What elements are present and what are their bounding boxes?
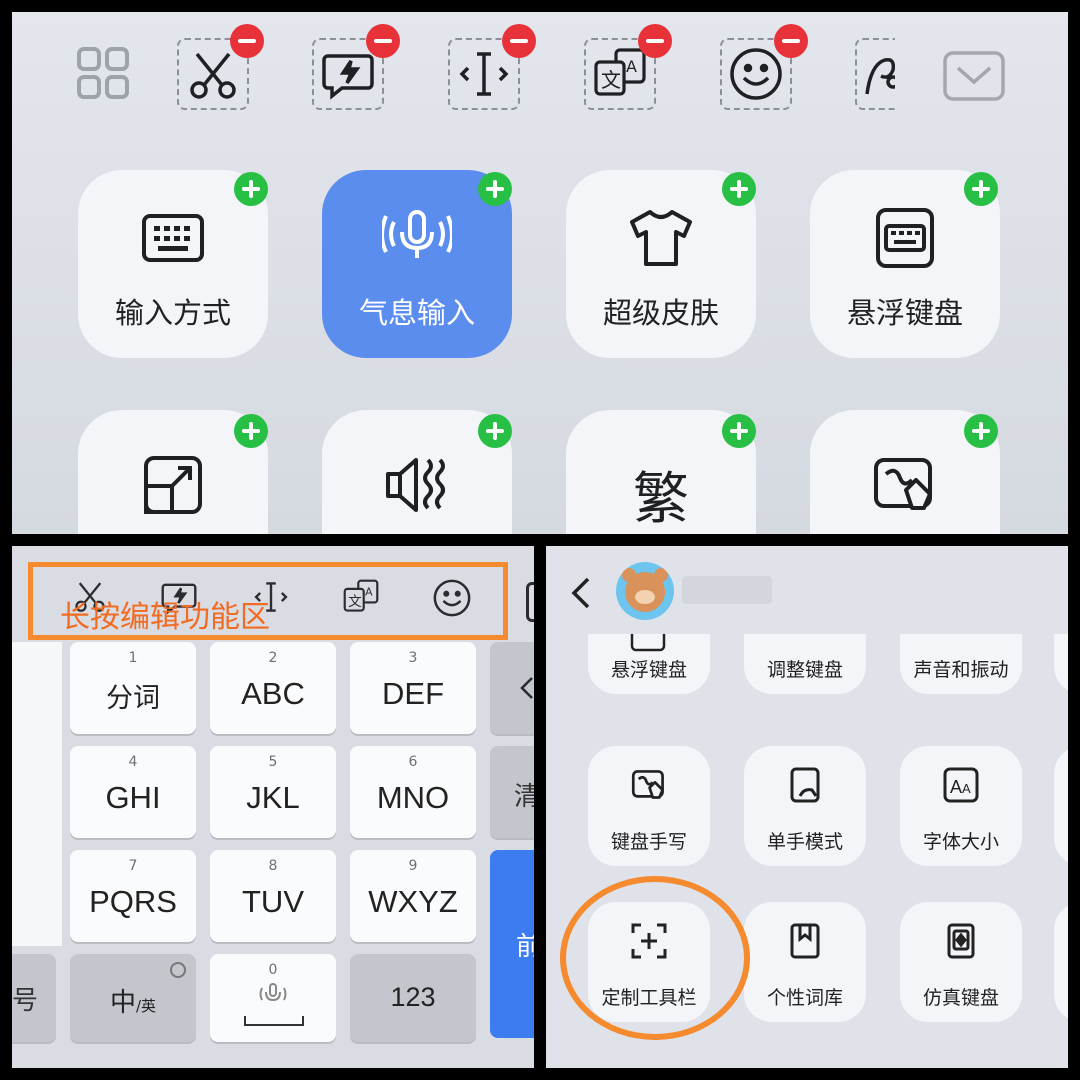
svg-text:A: A bbox=[626, 57, 637, 76]
realistic-keyboard-icon bbox=[947, 923, 975, 959]
more-icon[interactable] bbox=[526, 582, 534, 622]
settings-grid-panel: 悬浮键盘 调整键盘 声音和振动 键盘手写 单手模式 AA 字体大小 定制工具栏 … bbox=[546, 546, 1068, 1068]
grid-item-partial[interactable] bbox=[1054, 746, 1068, 866]
translate-icon: 文 A bbox=[594, 48, 646, 96]
handwriting-pad-icon bbox=[631, 770, 664, 799]
key-2[interactable]: 2 ABC bbox=[210, 642, 336, 734]
highlight-circle bbox=[560, 876, 750, 1040]
key-clear[interactable]: 清 bbox=[490, 746, 534, 838]
key-symbol[interactable]: 号 bbox=[12, 954, 56, 1042]
floating-keyboard-icon bbox=[876, 208, 934, 268]
svg-text:A: A bbox=[950, 777, 962, 797]
shirt-icon bbox=[630, 210, 692, 266]
backspace-icon bbox=[520, 677, 533, 699]
key-3[interactable]: 3 DEF bbox=[350, 642, 476, 734]
tile-label: 输入方式 bbox=[114, 296, 231, 330]
key-next[interactable]: 前 bbox=[490, 850, 534, 1038]
back-icon[interactable] bbox=[570, 576, 592, 610]
keyboard-icon bbox=[142, 214, 204, 262]
tile-label: 悬浮键盘 bbox=[846, 296, 963, 330]
svg-text:文: 文 bbox=[601, 68, 621, 92]
remove-emoji-button[interactable] bbox=[774, 24, 808, 58]
voice-breath-icon bbox=[382, 210, 452, 258]
key-123[interactable]: 123 bbox=[350, 954, 476, 1042]
key-lang-switch[interactable]: 中/英 bbox=[70, 954, 196, 1042]
key-7[interactable]: 7 PQRS bbox=[70, 850, 196, 942]
toolbar-editor-panel: 文 A 输入方式 气息输入 超级皮肤 悬浮键盘 繁 bbox=[12, 12, 1068, 534]
font-size-icon: AA bbox=[943, 767, 979, 803]
space-bar-icon bbox=[244, 1016, 304, 1026]
add-tile-breath-input-button[interactable] bbox=[478, 172, 512, 206]
key-6[interactable]: 6 MNO bbox=[350, 746, 476, 838]
voice-breath-icon bbox=[259, 983, 287, 1002]
remove-quick-phrase-button[interactable] bbox=[366, 24, 400, 58]
key-4[interactable]: 4 GHI bbox=[70, 746, 196, 838]
key-1[interactable]: 1 分词 bbox=[70, 642, 196, 734]
keyboard-preview-panel: 文A 长按编辑功能区 1 分词 2 ABC 3 DEF 4 GHI 5 JKL … bbox=[12, 546, 534, 1068]
grid-item-keyboard-handwriting[interactable]: 键盘手写 bbox=[588, 746, 710, 866]
add-tile-traditional-chinese-button[interactable] bbox=[722, 414, 756, 448]
cut-icon bbox=[190, 52, 236, 99]
cursor-icon bbox=[459, 52, 509, 96]
handwriting-pad-icon bbox=[874, 458, 932, 510]
grid-item-font-size[interactable]: AA 字体大小 bbox=[900, 746, 1022, 866]
collapse-keyboard-icon[interactable] bbox=[942, 50, 1006, 102]
key-backspace[interactable] bbox=[490, 642, 534, 734]
resize-icon bbox=[144, 456, 202, 514]
symbol-column[interactable] bbox=[12, 642, 62, 946]
globe-icon bbox=[170, 962, 186, 978]
traditional-chinese-icon: 繁 bbox=[633, 467, 689, 532]
add-tile-sound-vibration-button[interactable] bbox=[478, 414, 512, 448]
key-space[interactable]: 0 bbox=[210, 954, 336, 1042]
key-9[interactable]: 9 WXYZ bbox=[350, 850, 476, 942]
avatar[interactable] bbox=[616, 562, 674, 620]
add-tile-handwriting-pad-button[interactable] bbox=[964, 414, 998, 448]
dictionary-icon bbox=[790, 923, 820, 959]
remove-translate-button[interactable] bbox=[638, 24, 672, 58]
grid-icon[interactable] bbox=[76, 46, 132, 102]
svg-text:A: A bbox=[962, 781, 971, 796]
sound-vibration-icon bbox=[386, 458, 445, 512]
handwriting-icon bbox=[865, 57, 895, 95]
add-tile-resize-button[interactable] bbox=[234, 414, 268, 448]
grid-item-one-hand-mode[interactable]: 单手模式 bbox=[744, 746, 866, 866]
annotation-label: 长按编辑功能区 bbox=[60, 600, 270, 635]
toolbar-slot-handwriting[interactable] bbox=[855, 38, 895, 110]
grid-item-personal-dictionary[interactable]: 个性词库 bbox=[744, 902, 866, 1022]
one-hand-icon bbox=[790, 767, 820, 803]
emoji-icon bbox=[730, 48, 782, 100]
add-tile-input-method-button[interactable] bbox=[234, 172, 268, 206]
key-5[interactable]: 5 JKL bbox=[210, 746, 336, 838]
remove-cut-button[interactable] bbox=[230, 24, 264, 58]
remove-cursor-button[interactable] bbox=[502, 24, 536, 58]
tile-label: 气息输入 bbox=[358, 296, 475, 330]
quick-phrase-icon bbox=[322, 54, 374, 100]
username-blurred bbox=[682, 576, 772, 604]
key-8[interactable]: 8 TUV bbox=[210, 850, 336, 942]
add-tile-super-skin-button[interactable] bbox=[722, 172, 756, 206]
add-tile-floating-keyboard-button[interactable] bbox=[964, 172, 998, 206]
grid-item-realistic-keyboard[interactable]: 仿真键盘 bbox=[900, 902, 1022, 1022]
tile-label: 超级皮肤 bbox=[602, 296, 719, 330]
grid-item-partial[interactable] bbox=[1054, 902, 1068, 1022]
